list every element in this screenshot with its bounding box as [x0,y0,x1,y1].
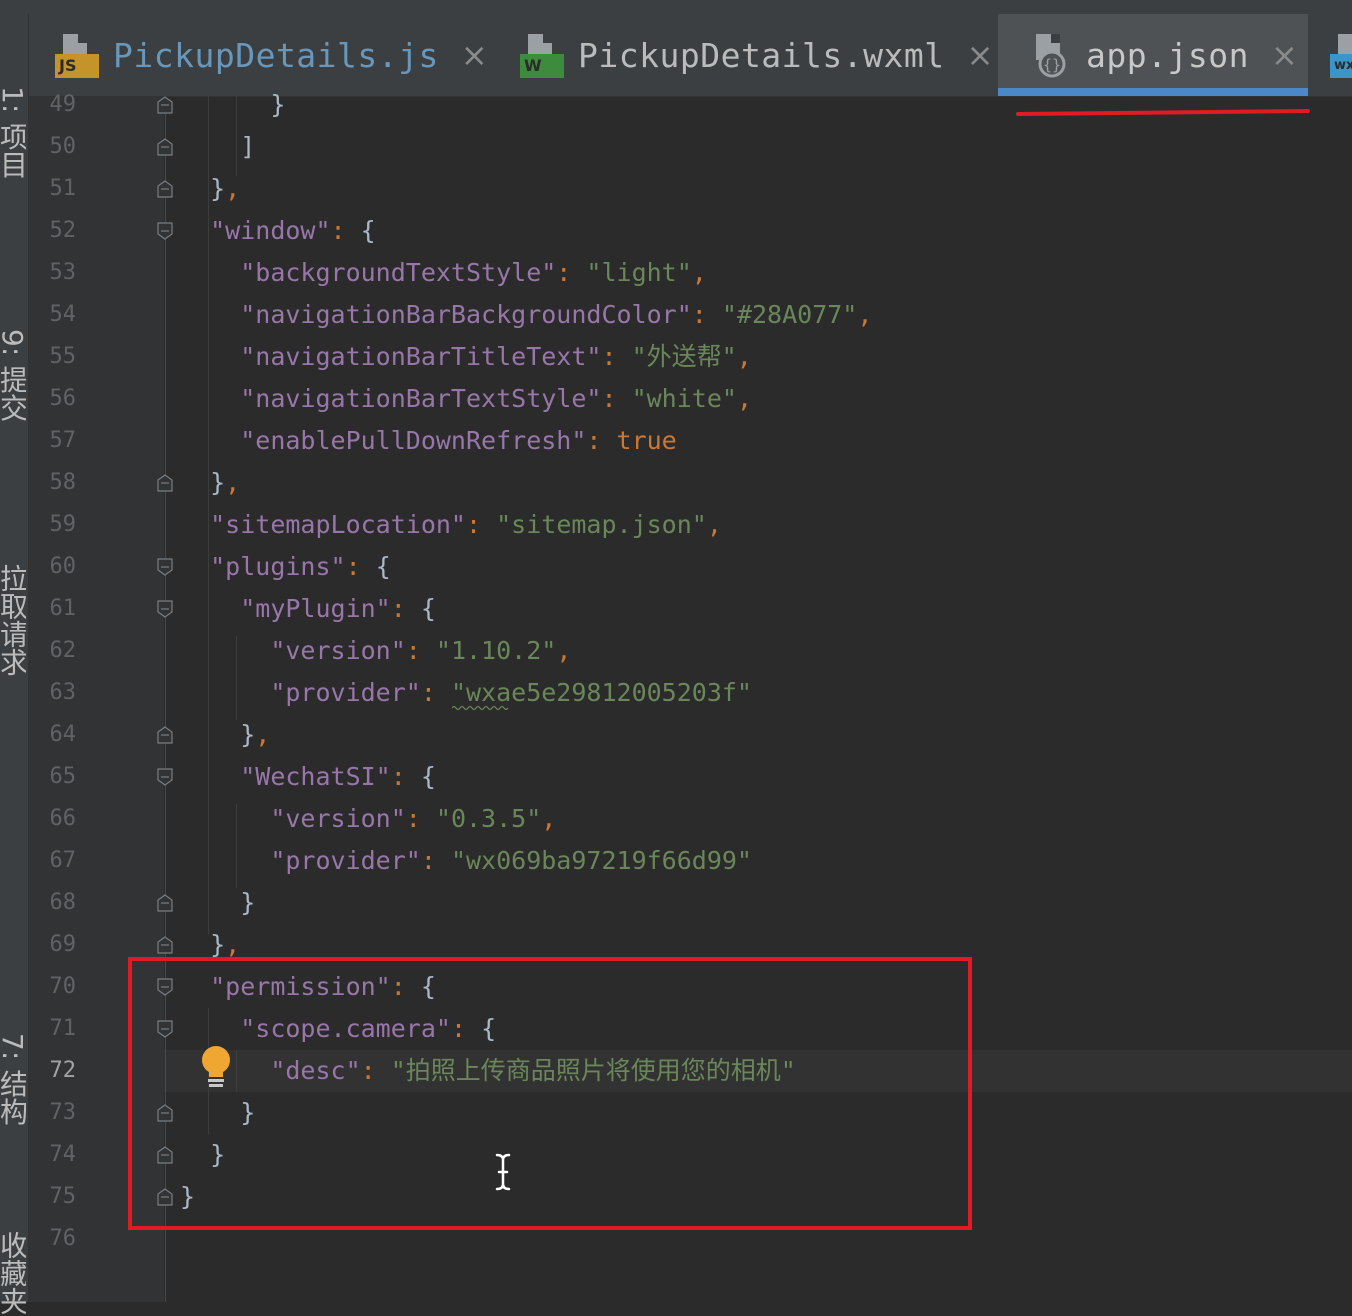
line-number: 59 [49,512,77,537]
line-number: 57 [49,428,77,453]
tab-underline-annotation [1016,109,1310,116]
code-line[interactable]: }, [180,714,270,756]
line-number: 63 [49,680,77,705]
fold-end-icon[interactable] [157,726,173,744]
line-number: 64 [49,722,77,747]
line-number: 51 [49,176,77,201]
line-number: 65 [49,764,77,789]
line-number: 50 [49,134,77,159]
fold-collapse-icon[interactable] [157,558,173,576]
code-line[interactable]: "version": "0.3.5", [180,798,556,840]
tab-label: PickupDetails.wxml [578,35,945,75]
code-line[interactable]: } [180,84,285,126]
code-line[interactable]: "enablePullDownRefresh": true [180,420,677,462]
line-number: 52 [49,218,77,243]
line-number: 71 [49,1016,77,1041]
line-number: 69 [49,932,77,957]
tab-label: app.json [1086,35,1249,75]
line-number: 56 [49,386,77,411]
code-line[interactable]: }, [180,462,240,504]
fold-collapse-icon[interactable] [157,222,173,240]
sidebar-tab-favorites[interactable]: 收藏夹 [0,1230,26,1316]
code-line[interactable]: } [180,882,255,924]
line-number: 66 [49,806,77,831]
code-line[interactable]: "provider": "wx069ba97219f66d99" [180,840,752,882]
fold-collapse-icon[interactable] [157,600,173,618]
line-number: 60 [49,554,77,579]
line-number: 70 [49,974,77,999]
highlight-box [128,957,972,1230]
code-line[interactable]: "sitemapLocation": "sitemap.json", [180,504,722,546]
code-line[interactable]: "navigationBarTextStyle": "white", [180,378,752,420]
line-number: 72 [49,1058,77,1083]
fold-collapse-icon[interactable] [157,768,173,786]
sidebar-tab-commit[interactable]: 9: 提交 [0,290,26,460]
wxss-file-icon: wx [1330,30,1352,80]
fold-end-icon[interactable] [157,138,173,156]
code-line[interactable]: ] [180,126,255,168]
tab-overflow-file[interactable]: wx [1330,14,1352,96]
line-number: 68 [49,890,77,915]
line-number: 76 [49,1226,77,1251]
code-line[interactable]: "backgroundTextStyle": "light", [180,252,707,294]
text-cursor-icon [495,1153,511,1191]
line-number: 53 [49,260,77,285]
fold-end-icon[interactable] [157,180,173,198]
line-number: 75 [49,1184,77,1209]
js-file-icon: JS [55,30,99,80]
close-tab-icon[interactable]: × [461,39,488,71]
code-line[interactable]: "window": { [180,210,376,252]
tab-app-json[interactable]: {} app.json × [998,14,1308,96]
code-line[interactable]: "navigationBarBackgroundColor": "#28A077… [180,294,872,336]
svg-text:{}: {} [1043,56,1061,74]
fold-end-icon[interactable] [157,894,173,912]
close-tab-icon[interactable]: × [967,39,994,71]
close-tab-icon[interactable]: × [1271,39,1298,71]
tab-label: PickupDetails.js [113,35,439,75]
line-number: 74 [49,1142,77,1167]
line-number: 62 [49,638,77,663]
fold-end-icon[interactable] [157,96,173,114]
wxml-file-icon: W [520,30,564,80]
line-number: 67 [49,848,77,873]
code-line[interactable]: "myPlugin": { [180,588,436,630]
line-number: 54 [49,302,77,327]
spelling-squiggle [452,705,509,711]
fold-end-icon[interactable] [157,936,173,954]
line-number: 61 [49,596,77,621]
line-number: 58 [49,470,77,495]
sidebar-tab-project[interactable]: 1: 项目 [0,42,26,222]
code-line[interactable]: }, [180,168,240,210]
code-line[interactable]: "navigationBarTitleText": "外送帮", [180,336,752,378]
sidebar-tab-pull-requests[interactable]: 拉取请求 [0,530,26,710]
code-line[interactable]: "plugins": { [180,546,391,588]
code-line[interactable]: "WechatSI": { [180,756,436,798]
sidebar-tab-structure[interactable]: 7: 结构 [0,994,26,1164]
line-number: 73 [49,1100,77,1125]
line-number: 55 [49,344,77,369]
tool-window-sidebar: 1: 项目 9: 提交 拉取请求 7: 结构 收藏夹 [0,14,29,1315]
json-file-icon: {} [1028,30,1072,80]
tab-pickupdetails-wxml[interactable]: W PickupDetails.wxml × [520,14,993,96]
fold-end-icon[interactable] [157,474,173,492]
line-number: 49 [49,92,77,117]
code-line[interactable]: "version": "1.10.2", [180,630,571,672]
window-top-strip [0,0,1352,15]
